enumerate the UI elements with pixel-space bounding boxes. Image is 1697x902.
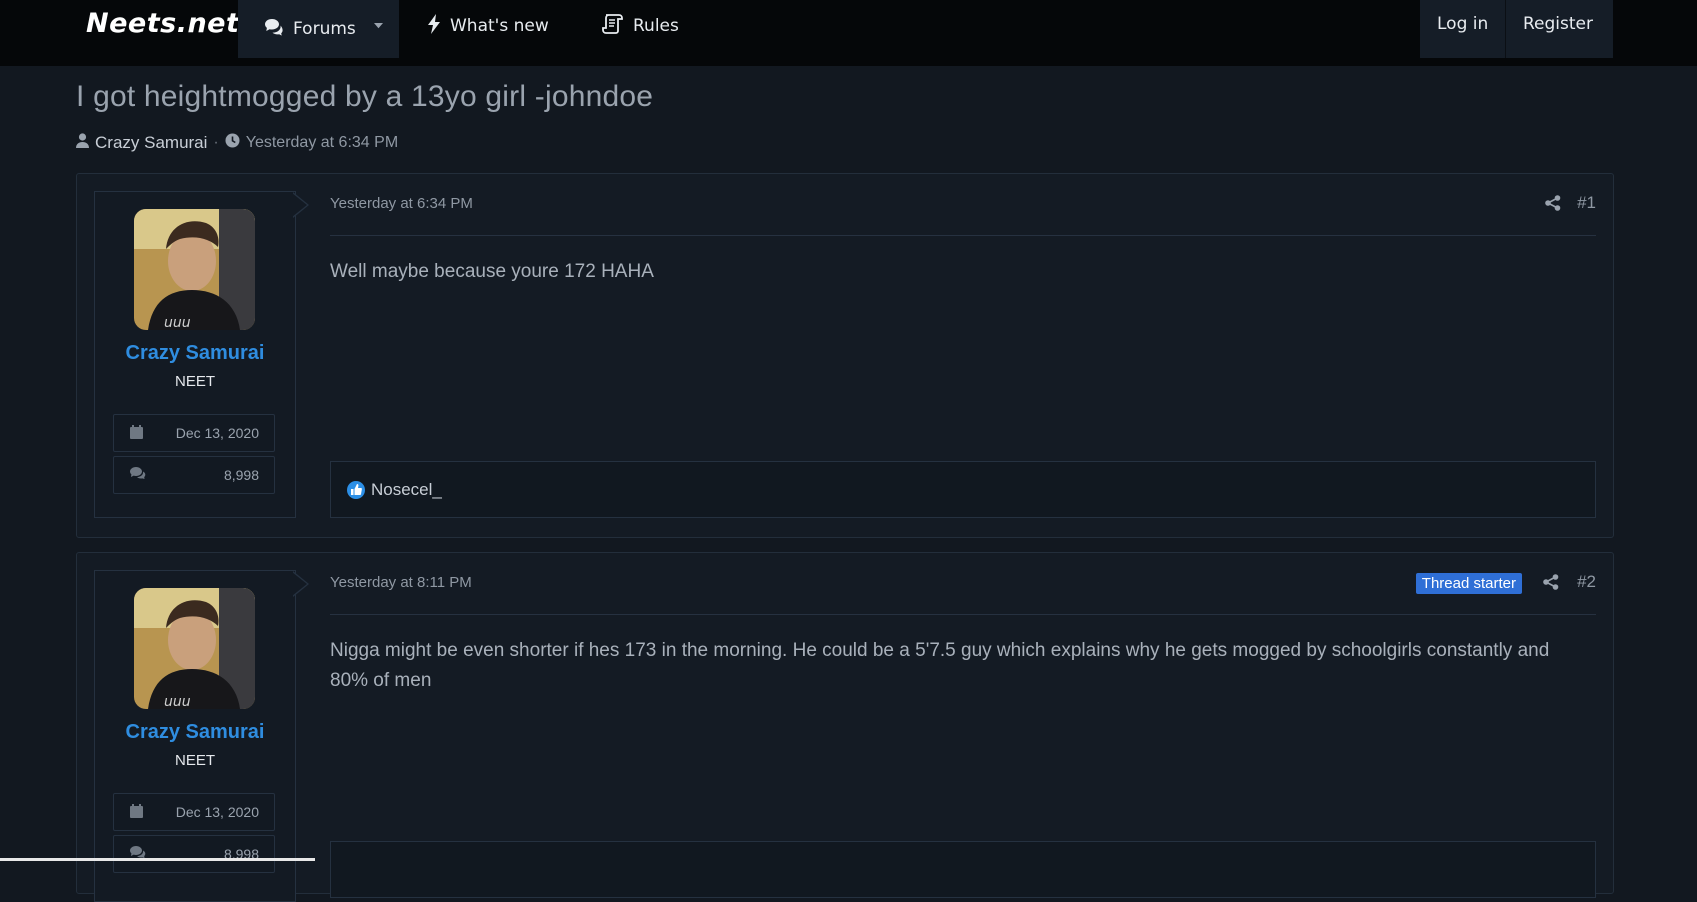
joined-date: Dec 13, 2020: [175, 804, 259, 820]
svg-text:uuu: uuu: [164, 315, 191, 330]
scroll-icon: [602, 13, 633, 39]
nav-forums-tab[interactable]: Forums: [238, 0, 399, 58]
thread-title: I got heightmogged by a 13yo girl -johnd…: [76, 80, 654, 113]
reactions-bar[interactable]: Nosecel_: [330, 461, 1596, 518]
post: uuu Crazy Samurai NEET Dec 13, 2020 8,99…: [76, 173, 1614, 538]
meta-separator: ·: [213, 134, 219, 151]
thread-starter-badge: Thread starter: [1415, 573, 1522, 594]
thread-author-link[interactable]: Crazy Samurai: [95, 133, 207, 153]
bolt-icon: [427, 13, 450, 39]
joined-date: Dec 13, 2020: [175, 425, 259, 441]
share-icon[interactable]: [1545, 195, 1561, 215]
messages-stat: 8,998: [113, 456, 275, 494]
top-navigation-bar: Neets.net Forums What's new Rules Log in…: [0, 0, 1697, 66]
post-divider: [330, 235, 1596, 236]
username[interactable]: Crazy Samurai: [95, 721, 295, 744]
share-icon[interactable]: [1543, 574, 1559, 594]
login-button[interactable]: Log in: [1437, 14, 1488, 34]
user-icon: [76, 133, 89, 153]
nav-forums-label: Forums: [293, 19, 356, 39]
comments-icon: [264, 18, 293, 40]
thumbs-up-icon: [347, 480, 365, 499]
joined-date-stat: Dec 13, 2020: [113, 414, 275, 452]
avatar[interactable]: uuu: [134, 209, 255, 330]
post-number-link[interactable]: #2: [1577, 572, 1596, 592]
post: uuu Crazy Samurai NEET Dec 13, 2020 8,99…: [76, 552, 1614, 902]
calendar-icon: [130, 424, 143, 442]
post-date[interactable]: Yesterday at 6:34 PM: [330, 195, 473, 212]
user-panel: uuu Crazy Samurai NEET Dec 13, 2020 8,99…: [94, 191, 296, 518]
post-body: Well maybe because youre 172 HAHA: [330, 261, 654, 282]
post-date[interactable]: Yesterday at 8:11 PM: [330, 574, 472, 591]
nav-rules-label: Rules: [633, 16, 679, 36]
caret-down-icon[interactable]: [374, 16, 392, 36]
auth-box: Log in Register: [1420, 0, 1613, 58]
thread-meta: Crazy Samurai · Yesterday at 6:34 PM: [76, 133, 398, 153]
reactions-bar[interactable]: [330, 841, 1596, 898]
user-panel: uuu Crazy Samurai NEET Dec 13, 2020 8,99…: [94, 570, 296, 902]
joined-date-stat: Dec 13, 2020: [113, 793, 275, 831]
messages-stat: 8,998: [113, 835, 275, 873]
reaction-users[interactable]: Nosecel_: [371, 480, 442, 500]
user-title: NEET: [174, 752, 215, 769]
post-number-link[interactable]: #1: [1577, 193, 1596, 213]
nav-whats-new[interactable]: What's new: [427, 0, 549, 52]
clock-icon: [225, 133, 240, 153]
post-body: Nigga might be even shorter if hes 173 i…: [330, 640, 1550, 691]
user-panel-arrow: [292, 192, 309, 218]
thread-start-date[interactable]: Yesterday at 6:34 PM: [246, 134, 398, 152]
register-button[interactable]: Register: [1523, 14, 1593, 34]
user-title: NEET: [174, 373, 215, 390]
message-count: 8,998: [223, 467, 259, 483]
user-panel-arrow: [292, 571, 309, 597]
comments-icon: [130, 467, 146, 483]
site-logo[interactable]: Neets.net: [86, 8, 239, 39]
auth-divider: [1505, 0, 1506, 58]
calendar-icon: [130, 803, 143, 821]
avatar[interactable]: uuu: [134, 588, 255, 709]
nav-rules[interactable]: Rules: [602, 0, 679, 52]
post-divider: [330, 614, 1596, 615]
username[interactable]: Crazy Samurai: [95, 342, 295, 365]
svg-text:uuu: uuu: [164, 694, 191, 709]
nav-whats-new-label: What's new: [450, 16, 549, 36]
